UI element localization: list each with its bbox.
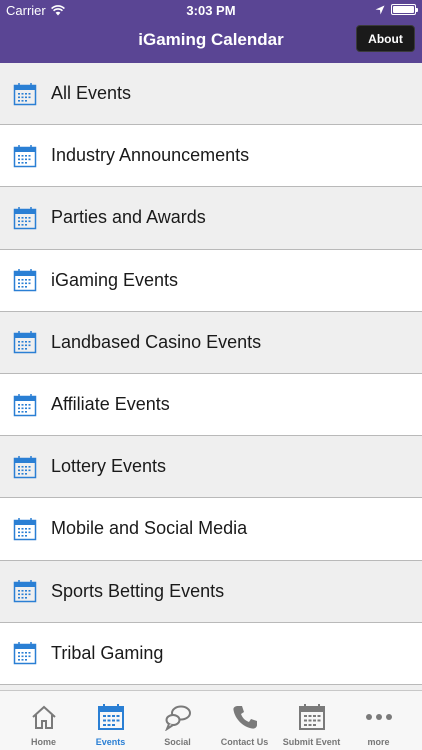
calendar-icon bbox=[13, 580, 37, 603]
tab-home[interactable]: Home bbox=[10, 691, 77, 750]
status-bar: Carrier 3:03 PM bbox=[0, 0, 422, 20]
list-item-industry-announcements[interactable]: Industry Announcements bbox=[0, 125, 422, 188]
list-item-label: Landbased Casino Events bbox=[51, 331, 262, 352]
list-item-lottery-events[interactable]: Lottery Events bbox=[0, 436, 422, 499]
chat-bubbles-icon bbox=[164, 705, 191, 731]
status-right bbox=[375, 4, 418, 15]
tab-social[interactable]: Social bbox=[144, 691, 211, 750]
list-item-sports-betting-events[interactable]: Sports Betting Events bbox=[0, 560, 422, 623]
list-item-label: All Events bbox=[51, 83, 132, 104]
tab-label: Home bbox=[30, 737, 56, 747]
tab-label: Events bbox=[95, 737, 126, 747]
list-item-landbased-casino-events[interactable]: Landbased Casino Events bbox=[0, 311, 422, 374]
list-item-label: Mobile and Social Media bbox=[51, 518, 248, 539]
list-item-label: iGaming Events bbox=[51, 269, 179, 290]
battery-level bbox=[393, 6, 414, 13]
tab-contact-us[interactable]: Contact Us bbox=[211, 691, 278, 750]
list-item-mobile-and-social-media[interactable]: Mobile and Social Media bbox=[0, 498, 422, 561]
list-item-affiliate-events[interactable]: Affiliate Events bbox=[0, 373, 422, 437]
list-item-label: Lottery Events bbox=[51, 456, 167, 477]
home-icon bbox=[31, 705, 56, 729]
tab-events[interactable]: Events bbox=[77, 691, 144, 750]
calendar-icon bbox=[13, 455, 37, 478]
tab-label: Submit Event bbox=[282, 737, 341, 747]
phone-icon bbox=[232, 706, 257, 729]
calendar-icon bbox=[13, 206, 37, 230]
calendar-icon bbox=[13, 393, 37, 416]
location-arrow-icon bbox=[375, 5, 385, 14]
list-item-parties-and-awards[interactable]: Parties and Awards bbox=[0, 187, 422, 250]
calendar-icon bbox=[13, 269, 37, 292]
calendar-icon bbox=[298, 704, 325, 730]
calendar-icon bbox=[13, 82, 37, 105]
calendar-icon bbox=[13, 517, 37, 541]
more-dots-icon bbox=[365, 714, 392, 720]
list-item-label: Sports Betting Events bbox=[51, 580, 225, 601]
calendar-icon bbox=[13, 331, 37, 354]
tab-more[interactable]: more bbox=[345, 691, 412, 750]
event-category-list: All Events Industry Announcements Partie… bbox=[0, 63, 422, 690]
tab-label: more bbox=[367, 737, 390, 747]
list-item-label: Industry Announcements bbox=[51, 145, 250, 166]
tab-bar: Home Events Social Contact Us Submit Eve… bbox=[0, 690, 422, 750]
tab-label: Social bbox=[164, 737, 191, 747]
tab-submit-event[interactable]: Submit Event bbox=[278, 691, 345, 750]
list-item-label: Tribal Gaming bbox=[51, 642, 164, 663]
about-button[interactable]: About bbox=[356, 25, 415, 52]
list-item-label: Parties and Awards bbox=[51, 207, 206, 228]
app-header: Carrier 3:03 PM iGaming Calendar About bbox=[0, 0, 422, 63]
tab-label: Contact Us bbox=[220, 737, 269, 747]
battery-icon bbox=[391, 4, 418, 15]
status-time: 3:03 PM bbox=[186, 3, 236, 18]
list-item-igaming-events[interactable]: iGaming Events bbox=[0, 249, 422, 312]
calendar-icon bbox=[97, 704, 124, 730]
calendar-icon bbox=[13, 642, 37, 665]
list-item-label: Affiliate Events bbox=[51, 394, 170, 415]
list-item-tribal-gaming[interactable]: Tribal Gaming bbox=[0, 622, 422, 685]
list-item-all-events[interactable]: All Events bbox=[0, 63, 422, 126]
calendar-icon bbox=[13, 144, 37, 168]
